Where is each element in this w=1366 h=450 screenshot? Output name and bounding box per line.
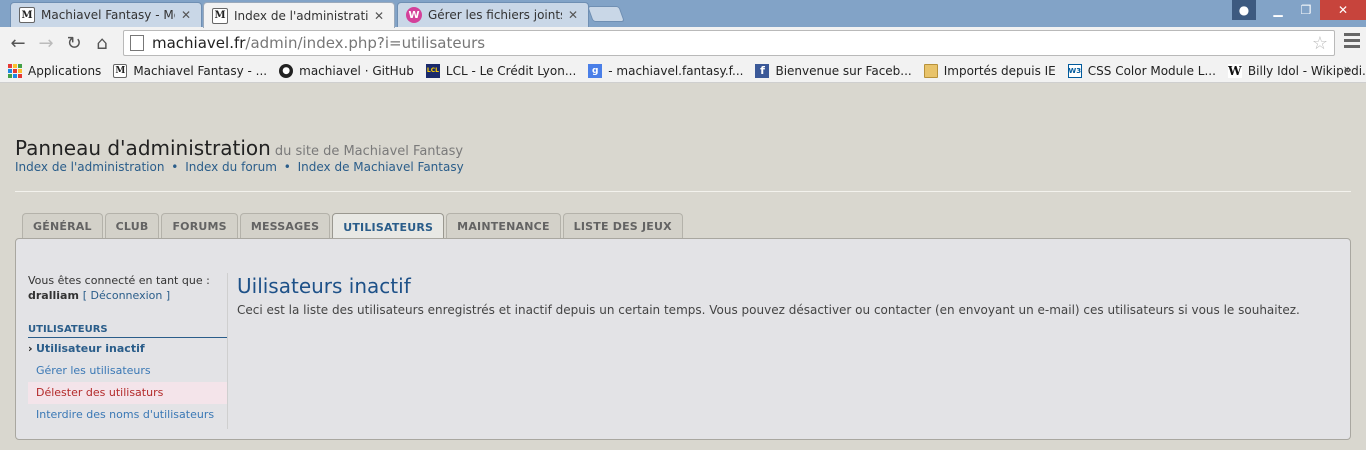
page-subtitle: du site de Machiavel Fantasy <box>274 144 464 159</box>
close-icon[interactable]: ✕ <box>568 8 578 22</box>
minimize-icon[interactable]: ▁ <box>1264 0 1292 20</box>
username: dralliam <box>28 289 79 302</box>
reload-icon[interactable]: ↻ <box>60 29 88 57</box>
tab-general[interactable]: GÉNÉRAL <box>22 213 103 239</box>
tab-messages[interactable]: MESSAGES <box>239 213 331 239</box>
url-host: machiavel.fr <box>152 34 246 52</box>
admin-tabs: GÉNÉRAL CLUB FORUMS MESSAGES UTILISATEUR… <box>22 213 683 240</box>
tab-forums[interactable]: FORUMS <box>161 213 238 239</box>
page-title: Panneau d'administration du site de Machi… <box>15 136 463 160</box>
star-icon[interactable]: ☆ <box>1312 33 1328 54</box>
sidebar-item-gerer-utilisateurs[interactable]: Gérer les utilisateurs <box>28 360 227 382</box>
bookmark-applications[interactable]: Applications <box>8 63 102 78</box>
home-icon[interactable]: ⌂ <box>88 29 116 57</box>
browser-tab-active[interactable]: M Index de l'administration ✕ <box>203 2 395 28</box>
divider <box>15 191 1351 192</box>
close-icon[interactable]: ✕ <box>181 8 191 22</box>
tab-maintenance[interactable]: MAINTENANCE <box>446 213 561 239</box>
bookmark-google[interactable]: g - machiavel.fantasy.f... <box>588 63 744 78</box>
logout-link[interactable]: [ Déconnexion ] <box>83 289 170 302</box>
link-separator: • <box>283 160 291 174</box>
bookmark-label: LCL - Le Crédit Lyon... <box>445 63 577 78</box>
machiavel-favicon: M <box>113 63 128 78</box>
w3c-icon: W3 <box>1067 63 1082 78</box>
sidebar-menu-title: UTILISATEURS <box>28 324 227 338</box>
tab-title: Index de l'administration <box>234 8 368 23</box>
page-title-text: Panneau d'administration <box>15 136 271 160</box>
forward-arrow-icon[interactable]: → <box>32 29 60 57</box>
close-window-icon[interactable]: ✕ <box>1320 0 1366 20</box>
admin-page: Panneau d'administration du site de Machi… <box>0 84 1366 450</box>
restore-icon[interactable]: ❐ <box>1292 0 1320 20</box>
bookmark-lcl[interactable]: LCL LCL - Le Crédit Lyon... <box>425 63 577 78</box>
bookmark-label: Machiavel Fantasy - ... <box>133 63 268 78</box>
user-icon[interactable]: ● <box>1232 0 1256 20</box>
apps-grid-icon <box>8 63 22 78</box>
browser-tab[interactable]: M Machiavel Fantasy - Mon ✕ <box>10 2 202 27</box>
browser-tab[interactable]: W Gérer les fichiers joints ✕ <box>397 2 589 27</box>
header-links: Index de l'administration • Index du for… <box>15 160 464 174</box>
current-user: dralliam [ Déconnexion ] <box>28 288 227 303</box>
content-heading: Uilisateurs inactif <box>237 274 411 298</box>
bookmark-label: CSS Color Module L... <box>1087 63 1216 78</box>
address-bar[interactable]: machiavel.fr/admin/index.php?i=utilisate… <box>123 30 1335 56</box>
tab-title: Machiavel Fantasy - Mon <box>41 8 175 22</box>
admin-panel: Vous êtes connecté en tant que : drallia… <box>15 238 1351 440</box>
sidebar-item-delester[interactable]: Délester des utilisaturs <box>28 382 227 404</box>
window-controls: ● ▁ ❐ ✕ <box>1232 0 1366 20</box>
link-admin-index[interactable]: Index de l'administration <box>15 160 164 174</box>
bookmark-css-color[interactable]: W3 CSS Color Module L... <box>1067 63 1216 78</box>
browser-tabstrip: M Machiavel Fantasy - Mon ✕ M Index de l… <box>0 0 1366 28</box>
bookmarks-bar: Applications M Machiavel Fantasy - ... ●… <box>0 59 1366 83</box>
github-icon: ● <box>279 63 294 78</box>
bookmark-label: - machiavel.fantasy.f... <box>608 63 744 78</box>
sidebar-item-interdire-noms[interactable]: Interdire des noms d'utilisateurs <box>28 404 227 426</box>
new-tab-button[interactable] <box>587 6 625 22</box>
pink-circle-favicon: W <box>406 7 422 23</box>
hamburger-menu-icon[interactable] <box>1344 33 1360 51</box>
bookmark-github[interactable]: ● machiavel · GitHub <box>279 63 414 78</box>
bookmarks-overflow-icon[interactable]: » <box>1343 62 1352 78</box>
main-content: Uilisateurs inactif Ceci est la liste de… <box>237 273 1337 317</box>
page-icon <box>130 35 144 51</box>
bookmark-label: Importés depuis IE <box>943 63 1056 78</box>
lcl-icon: LCL <box>425 63 440 78</box>
url-path: /admin/index.php?i=utilisateurs <box>245 34 486 52</box>
back-arrow-icon[interactable]: ← <box>4 29 32 57</box>
link-forum-index[interactable]: Index du forum <box>185 160 277 174</box>
sidebar-divider <box>227 273 228 429</box>
content-description: Ceci est la liste des utilisateurs enreg… <box>237 303 1300 317</box>
bookmark-label: machiavel · GitHub <box>299 63 414 78</box>
facebook-icon: f <box>755 63 770 78</box>
sidebar: Vous êtes connecté en tant que : drallia… <box>28 273 227 426</box>
bookmark-label: Applications <box>28 63 102 78</box>
tab-liste-des-jeux[interactable]: LISTE DES JEUX <box>562 213 683 239</box>
close-icon[interactable]: ✕ <box>374 9 384 23</box>
google-icon: g <box>588 63 603 78</box>
link-site-index[interactable]: Index de Machiavel Fantasy <box>298 160 464 174</box>
machiavel-favicon: M <box>212 7 228 24</box>
bookmark-facebook[interactable]: f Bienvenue sur Faceb... <box>755 63 912 78</box>
browser-toolbar: ← → ↻ ⌂ machiavel.fr/admin/index.php?i=u… <box>0 27 1366 59</box>
bookmark-folder-ie[interactable]: Importés depuis IE <box>923 63 1056 78</box>
folder-icon <box>923 63 938 78</box>
bookmark-label: Bienvenue sur Faceb... <box>775 63 912 78</box>
connected-as-label: Vous êtes connecté en tant que : <box>28 274 210 287</box>
tab-club[interactable]: CLUB <box>104 213 160 239</box>
tab-title: Gérer les fichiers joints <box>428 8 562 22</box>
link-separator: • <box>171 160 179 174</box>
wikipedia-icon: W <box>1227 63 1242 78</box>
sidebar-item-utilisateur-inactif[interactable]: Utilisateur inactif <box>28 338 227 360</box>
machiavel-favicon: M <box>19 7 35 23</box>
tab-utilisateurs[interactable]: UTILISATEURS <box>332 213 445 240</box>
bookmark-machiavel[interactable]: M Machiavel Fantasy - ... <box>113 63 268 78</box>
